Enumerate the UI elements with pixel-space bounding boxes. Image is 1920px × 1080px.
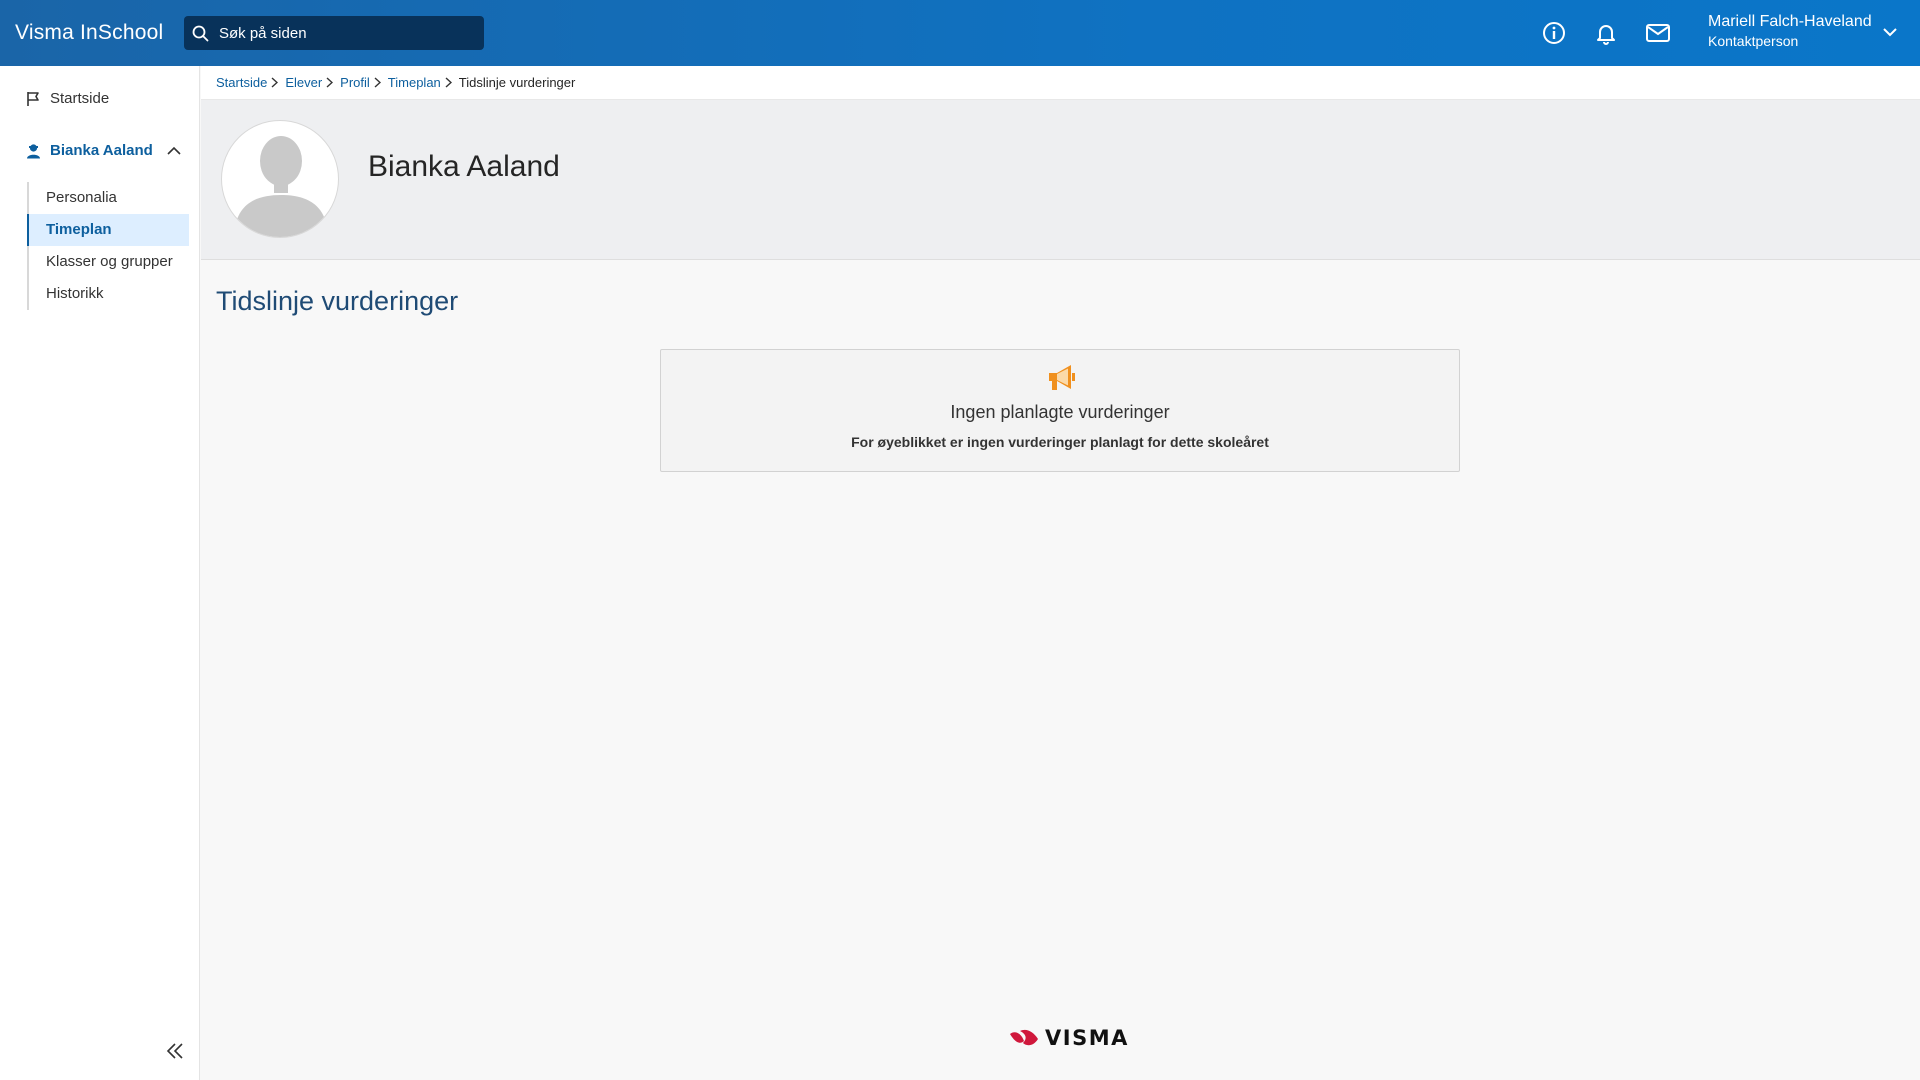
student-icon [27, 143, 40, 158]
sidebar-item-label: Bianka Aaland [50, 142, 153, 159]
empty-state-title: Ingen planlagte vurderinger [950, 402, 1170, 422]
sidebar-item-personalia[interactable]: Personalia [29, 182, 189, 214]
flag-icon [27, 91, 39, 106]
avatar [221, 120, 339, 238]
sidebar: Startside Bianka Aaland Personalia Timep… [0, 66, 200, 1080]
visma-mark-icon [1010, 1029, 1038, 1046]
search-input[interactable] [217, 23, 467, 43]
collapse-sidebar-icon[interactable] [166, 1042, 186, 1060]
profile-header: Bianka Aaland [201, 100, 1920, 260]
breadcrumb: Startside Elever Profil Timeplan Tidslin… [201, 66, 1920, 100]
search-icon [192, 25, 209, 41]
sidebar-item-klasser-og-grupper[interactable]: Klasser og grupper [29, 246, 189, 278]
chevron-right-icon [271, 77, 279, 88]
page-title: Tidslinje vurderinger [216, 286, 459, 316]
user-role: Kontaktperson [1708, 33, 1799, 49]
visma-logo-text: VISMA [1045, 1026, 1129, 1050]
empty-state-subtitle: For øyeblikket er ingen vurderinger plan… [851, 434, 1269, 450]
chevron-right-icon [445, 77, 452, 88]
info-icon [1543, 22, 1565, 44]
bell-icon [1597, 25, 1615, 45]
breadcrumb-link-elever[interactable]: Elever [285, 75, 322, 90]
sidebar-item-historikk[interactable]: Historikk [29, 278, 189, 310]
megaphone-icon [1049, 365, 1075, 390]
profile-name: Bianka Aaland [368, 150, 560, 183]
chevron-up-icon[interactable] [167, 146, 181, 156]
breadcrumb-current: Tidslinje vurderinger [458, 75, 576, 90]
mail-icon [1646, 24, 1670, 42]
notifications-button[interactable] [1591, 18, 1621, 48]
sidebar-item-startside[interactable]: Startside [26, 90, 109, 107]
sidebar-item-student[interactable]: Bianka Aaland [26, 142, 181, 159]
sidebar-item-label: Startside [50, 90, 110, 107]
visma-logo: VISMA [1009, 1026, 1129, 1050]
user-menu[interactable]: Mariell Falch-Haveland Kontaktperson [1708, 12, 1872, 50]
breadcrumb-link-timeplan[interactable]: Timeplan [388, 75, 441, 90]
app-title[interactable]: Visma InSchool [15, 0, 163, 66]
top-bar: Visma InSchool Mariell Falch-Haveland Ko… [0, 0, 1920, 66]
student-subnav: Personalia Timeplan Klasser og grupper H… [27, 182, 189, 310]
breadcrumb-link-startside[interactable]: Startside [216, 75, 267, 90]
info-button[interactable] [1539, 18, 1569, 48]
search-box[interactable] [184, 16, 484, 50]
empty-state-card: Ingen planlagte vurderinger For øyeblikk… [660, 349, 1460, 472]
chevron-right-icon [326, 77, 334, 88]
messages-button[interactable] [1643, 18, 1673, 48]
chevron-right-icon [374, 77, 381, 88]
avatar-placeholder-icon [234, 136, 328, 237]
breadcrumb-link-profil[interactable]: Profil [340, 75, 370, 90]
chevron-down-icon[interactable] [1882, 24, 1898, 40]
sidebar-item-timeplan[interactable]: Timeplan [27, 214, 189, 246]
user-name: Mariell Falch-Haveland [1708, 13, 1872, 30]
